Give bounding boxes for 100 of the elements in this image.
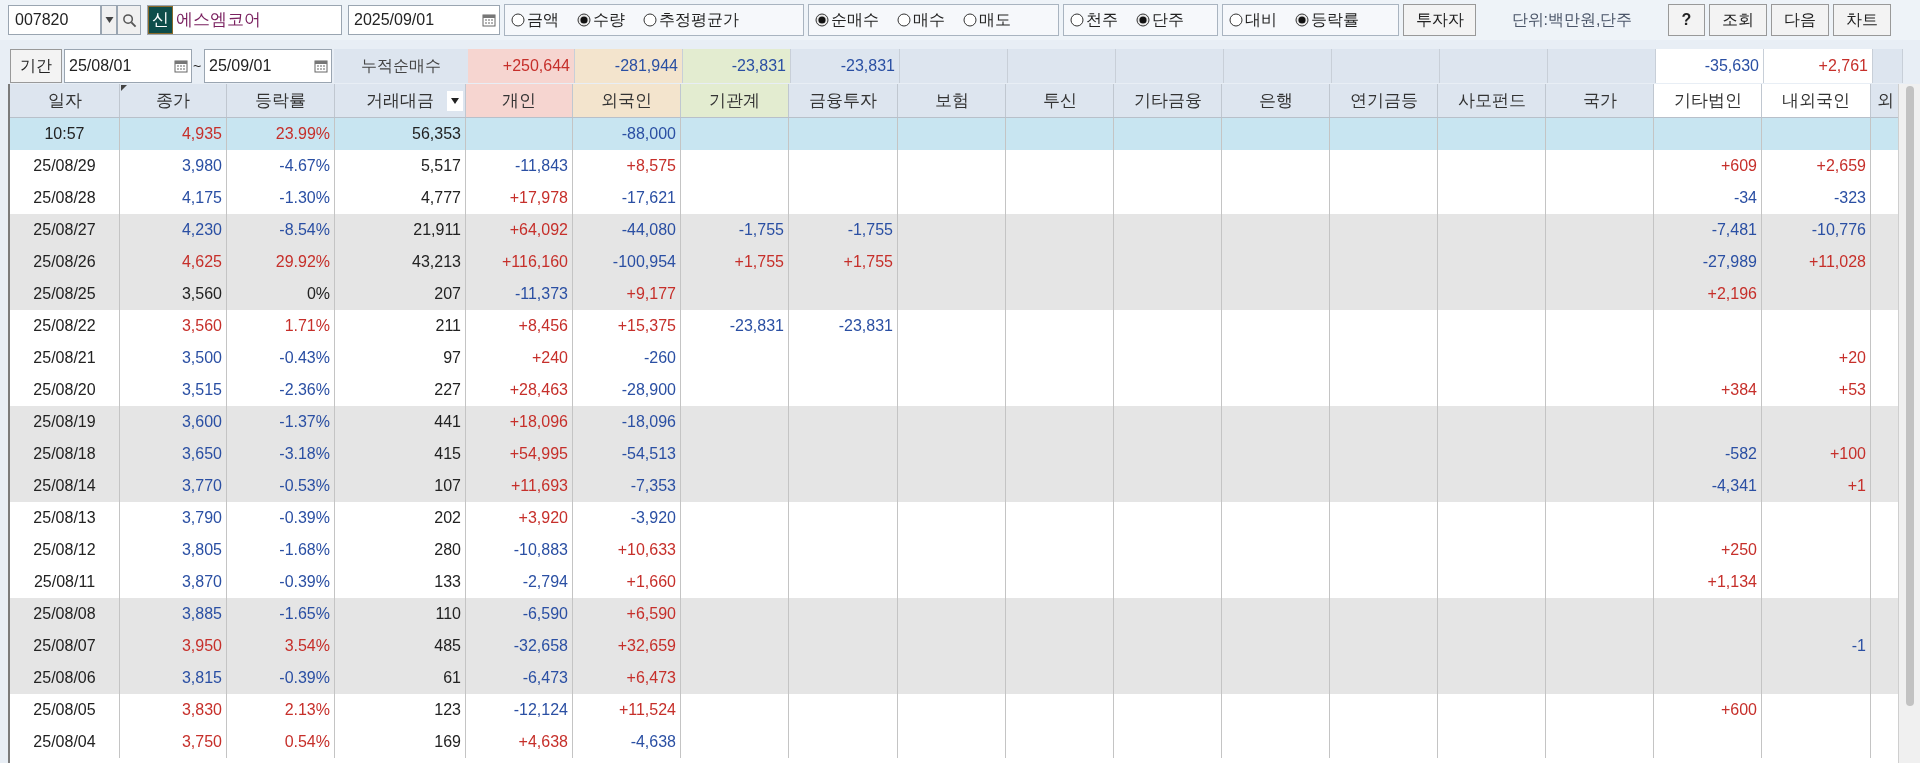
stock-code-field[interactable]: 007820	[8, 5, 101, 35]
table-cell-text: 3,870	[181, 572, 222, 592]
calendar-icon[interactable]	[174, 59, 188, 73]
table-cell-text: +250	[1720, 540, 1757, 560]
table-cell-text: 3,790	[181, 508, 222, 528]
table-cell-text: 25/08/06	[33, 668, 96, 688]
table-cell-text: +54,995	[509, 444, 568, 464]
scrollbar[interactable]	[1898, 84, 1920, 763]
radio-button[interactable]	[1136, 13, 1150, 27]
table-row[interactable]: 25/08/19 3,600 -1.37% 441 +18,096 -18,096	[10, 406, 1899, 438]
column-header[interactable]: 투신	[1006, 84, 1114, 117]
table-cell-text: -323	[1833, 188, 1866, 208]
table-cell-text: 25/08/13	[33, 508, 96, 528]
radio-label[interactable]: 천주	[1086, 8, 1118, 32]
table-cell-text: 3,950	[181, 636, 222, 656]
radio-label[interactable]: 수량	[593, 8, 625, 32]
dropdown-icon[interactable]	[101, 5, 117, 35]
radio-label[interactable]: 단주	[1152, 8, 1184, 32]
column-header[interactable]: 외국인	[573, 84, 681, 117]
column-header[interactable]: 국가	[1546, 84, 1654, 117]
radio-button[interactable]	[963, 13, 977, 27]
table-cell-text: +3,920	[518, 508, 568, 528]
calendar-icon[interactable]	[482, 13, 496, 27]
help-button[interactable]: ?	[1668, 4, 1705, 36]
table-cell-text: -2.36%	[279, 380, 330, 400]
radio-button[interactable]	[643, 13, 657, 27]
column-header[interactable]: 사모펀드	[1438, 84, 1546, 117]
table-row[interactable]: 25/08/14 3,770 -0.53% 107 +11,693 -7,353 -4,341 +1	[10, 470, 1899, 502]
radio-label[interactable]: 대비	[1245, 8, 1277, 32]
radio-label[interactable]: 순매수	[831, 8, 879, 32]
calendar-icon[interactable]	[314, 59, 328, 73]
table-cell-text: 3,560	[181, 316, 222, 336]
total-cell: -23,831	[791, 49, 900, 83]
toolbar-button[interactable]: 조회	[1709, 4, 1767, 36]
table-row[interactable]: 25/08/07 3,950 3.54% 485 -32,658 +32,659 -1	[10, 630, 1899, 662]
column-header[interactable]: 기타금융	[1114, 84, 1222, 117]
radio-button[interactable]	[1295, 13, 1309, 27]
table-cell-text: -0.39%	[279, 572, 330, 592]
table-cell-text: 123	[434, 700, 461, 720]
column-header[interactable]: 개인	[466, 84, 573, 117]
table-cell-text: 211	[435, 316, 461, 336]
radio-button[interactable]	[815, 13, 829, 27]
table-cell-text: 3,560	[181, 284, 222, 304]
table-cell-text: 25/08/26	[33, 252, 96, 272]
toolbar-button[interactable]: 차트	[1833, 4, 1891, 36]
table-row[interactable]: 25/08/27 4,230 -8.54% 21,911 +64,092 -44,080 -1,755 -1,755 -7,481 -10,776	[10, 214, 1899, 246]
toolbar-button[interactable]: 다음	[1771, 4, 1829, 36]
table-cell-text: +1,755	[843, 252, 893, 272]
table-row[interactable]: 25/08/18 3,650 -3.18% 415 +54,995 -54,513 -582 +100	[10, 438, 1899, 470]
column-header[interactable]: 거래대금	[335, 84, 466, 117]
date-field[interactable]: 25/09/01	[204, 49, 332, 83]
radio-button[interactable]	[1229, 13, 1243, 27]
table-cell-text: +100	[1829, 444, 1866, 464]
stock-name: 에스엠코어	[175, 9, 262, 32]
radio-button[interactable]	[577, 13, 591, 27]
table-cell-text: +384	[1720, 380, 1757, 400]
table-cell-text: 133	[434, 572, 461, 592]
table-row[interactable]: 25/08/26 4,625 29.92% 43,213 +116,160 -100,954 +1,755 +1,755 -27,989 +11,028	[10, 246, 1899, 278]
table-cell-text: -17,621	[621, 188, 676, 208]
radio-button[interactable]	[1070, 13, 1084, 27]
table-row[interactable]: 10:57 4,935 23.99% 56,353 -88,000	[10, 118, 1899, 150]
table-cell-text: -34	[1733, 188, 1757, 208]
search-icon[interactable]	[117, 5, 141, 35]
radio-label[interactable]: 추정평균가	[659, 8, 739, 32]
radio-label[interactable]: 등락률	[1311, 8, 1359, 32]
radio-label[interactable]: 매도	[979, 8, 1011, 32]
radio-label[interactable]: 매수	[913, 8, 945, 32]
dropdown-icon[interactable]	[447, 91, 463, 111]
column-header[interactable]: 보험	[898, 84, 1006, 117]
table-row[interactable]: 25/08/25 3,560 0% 207 -11,373 +9,177 +2,196	[10, 278, 1899, 310]
table-cell-text: -7,353	[630, 476, 676, 496]
column-header[interactable]: 은행	[1222, 84, 1330, 117]
table-cell-text: 441	[434, 412, 461, 432]
table-cell-text: +11,693	[510, 476, 568, 496]
table-cell-text: 4,625	[181, 252, 222, 272]
table-cell-text: -6,590	[522, 604, 568, 624]
column-header[interactable]: 외	[1871, 84, 1899, 117]
radio-label[interactable]: 금액	[527, 8, 559, 32]
table-cell-text: 25/08/25	[33, 284, 96, 304]
column-header[interactable]: 기관계	[681, 84, 789, 117]
table-cell-text: -27,989	[1702, 252, 1757, 272]
table-cell-text: 3,515	[181, 380, 222, 400]
table-cell-text: +609	[1720, 156, 1757, 176]
table-row[interactable]: 25/08/06 3,815 -0.39% 61 -6,473 +6,473	[10, 662, 1899, 694]
table-cell-text: -10,883	[513, 540, 568, 560]
column-header[interactable]: 등락률	[227, 84, 335, 117]
column-header[interactable]: 종가	[120, 84, 227, 117]
date-field[interactable]: 25/08/01	[64, 49, 192, 83]
table-cell-text: -8.54%	[279, 220, 330, 240]
table-row[interactable]: 25/08/08 3,885 -1.65% 110 -6,590 +6,590	[10, 598, 1899, 630]
column-header[interactable]: 연기금등	[1330, 84, 1438, 117]
column-header[interactable]: 금융투자	[789, 84, 898, 117]
column-header[interactable]: 일자	[10, 84, 120, 117]
table-cell-text: -10,776	[1811, 220, 1866, 240]
radio-button[interactable]	[897, 13, 911, 27]
date-field[interactable]: 2025/09/01	[348, 5, 500, 35]
table-cell-text: +116,160	[502, 252, 568, 272]
radio-button[interactable]	[511, 13, 525, 27]
period-button[interactable]: 기간	[10, 49, 62, 83]
investor-button[interactable]: 투자자	[1403, 4, 1476, 36]
